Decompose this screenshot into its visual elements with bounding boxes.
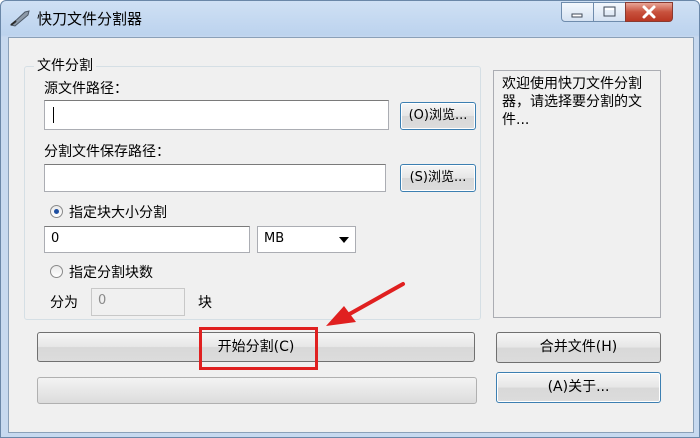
- source-path-label: 源文件路径：: [44, 81, 128, 97]
- size-unit-value: MB: [264, 231, 285, 246]
- save-path-input[interactable]: [44, 164, 386, 192]
- save-path-label: 分割文件保存路径：: [44, 144, 170, 160]
- info-text-box[interactable]: 欢迎使用快刀文件分割器，请选择要分割的文件...: [493, 70, 661, 318]
- close-icon: [642, 5, 656, 19]
- about-button[interactable]: (A)关于...: [496, 372, 661, 403]
- group-title: 文件分割: [34, 55, 96, 75]
- radio-selected-dot: [54, 209, 59, 214]
- chevron-down-icon: [339, 237, 349, 243]
- maximize-icon: [603, 6, 616, 17]
- split-by-count-label: 指定分割块数: [69, 265, 153, 281]
- merge-files-button[interactable]: 合并文件(H): [496, 332, 661, 363]
- split-count-suffix: 块: [198, 295, 212, 311]
- block-count-value: 0: [98, 293, 107, 308]
- info-text: 欢迎使用快刀文件分割器，请选择要分割的文件...: [502, 76, 642, 128]
- window-title: 快刀文件分割器: [37, 10, 143, 28]
- split-by-size-radio[interactable]: [50, 205, 63, 218]
- source-browse-button[interactable]: (O)浏览...: [400, 102, 476, 130]
- text-caret: [53, 107, 54, 123]
- knife-icon: [9, 10, 30, 27]
- split-count-prefix: 分为: [50, 295, 78, 311]
- minimize-button[interactable]: [561, 2, 594, 22]
- title-bar[interactable]: 快刀文件分割器: [1, 1, 699, 37]
- highlight-box: [199, 327, 318, 370]
- close-button[interactable]: [625, 2, 673, 22]
- save-browse-button[interactable]: (S)浏览...: [400, 164, 476, 192]
- block-size-value: 0: [51, 231, 60, 246]
- source-path-input[interactable]: [44, 100, 389, 130]
- size-unit-select[interactable]: MB: [257, 226, 356, 253]
- block-size-input[interactable]: 0: [44, 226, 250, 253]
- split-progress-bar: [37, 377, 477, 404]
- split-by-count-radio[interactable]: [50, 265, 63, 278]
- minimize-icon: [571, 13, 583, 18]
- split-by-size-label: 指定块大小分割: [69, 205, 167, 221]
- block-count-input[interactable]: 0: [91, 288, 185, 316]
- maximize-button[interactable]: [593, 2, 626, 22]
- red-arrow-icon: [326, 282, 405, 326]
